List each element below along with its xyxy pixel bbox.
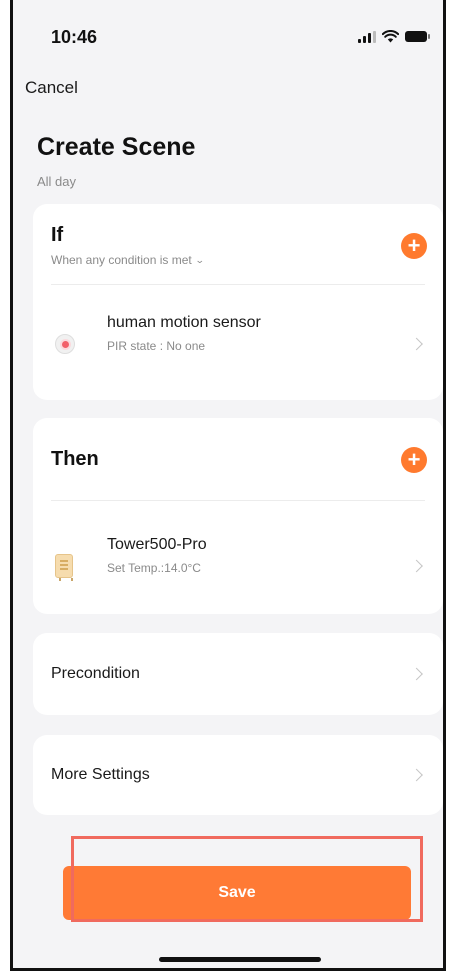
then-title: Then	[51, 448, 99, 470]
status-icons	[358, 30, 430, 43]
phone-frame: 10:46 Cancel Create Scene All day If Whe…	[10, 0, 446, 971]
condition-mode-label: When any condition is met	[51, 253, 192, 267]
chevron-right-icon	[410, 667, 423, 681]
cancel-button[interactable]: Cancel	[25, 78, 78, 98]
save-button[interactable]: Save	[63, 866, 411, 920]
action-detail: Set Temp.:14.0°C	[107, 561, 201, 575]
precondition-row[interactable]: Precondition	[33, 633, 443, 715]
add-action-button[interactable]: +	[401, 447, 427, 473]
more-settings-row[interactable]: More Settings	[33, 735, 443, 815]
status-time: 10:46	[51, 27, 98, 47]
chevron-down-icon: ⌄	[194, 254, 205, 265]
wifi-icon	[382, 30, 399, 43]
home-indicator	[159, 957, 321, 962]
condition-row[interactable]: human motion sensor PIR state : No one	[33, 314, 443, 374]
if-card-header: If When any condition is met ⌄	[51, 224, 425, 267]
divider	[51, 284, 425, 285]
precondition-label: Precondition	[51, 665, 140, 682]
page-subtitle: All day	[37, 174, 77, 189]
heater-icon	[55, 554, 73, 581]
motion-sensor-icon	[55, 334, 75, 354]
add-condition-button[interactable]: +	[401, 233, 427, 259]
more-settings-label: More Settings	[51, 766, 150, 783]
divider	[51, 500, 425, 501]
chevron-right-icon	[410, 559, 423, 573]
action-row[interactable]: Tower500-Pro Set Temp.:14.0°C	[33, 536, 443, 596]
signal-icon	[358, 30, 376, 43]
then-card-header: Then	[51, 448, 425, 471]
page-title: Create Scene	[37, 133, 196, 161]
chevron-right-icon	[410, 768, 423, 782]
action-text: Tower500-Pro Set Temp.:14.0°C	[107, 536, 207, 575]
condition-detail: PIR state : No one	[107, 339, 206, 353]
chevron-right-icon	[410, 337, 423, 351]
status-bar: 10:46	[13, 0, 443, 72]
battery-icon	[405, 31, 430, 42]
condition-name: human motion sensor	[107, 314, 261, 331]
if-card: If When any condition is met ⌄ + human m…	[33, 204, 443, 400]
action-name: Tower500-Pro	[107, 536, 207, 553]
if-title: If	[51, 224, 64, 246]
condition-mode-dropdown[interactable]: When any condition is met ⌄	[51, 253, 425, 267]
then-card: Then + Tower500-Pro Set Temp.:14.0°C	[33, 418, 443, 614]
condition-text: human motion sensor PIR state : No one	[107, 314, 261, 353]
